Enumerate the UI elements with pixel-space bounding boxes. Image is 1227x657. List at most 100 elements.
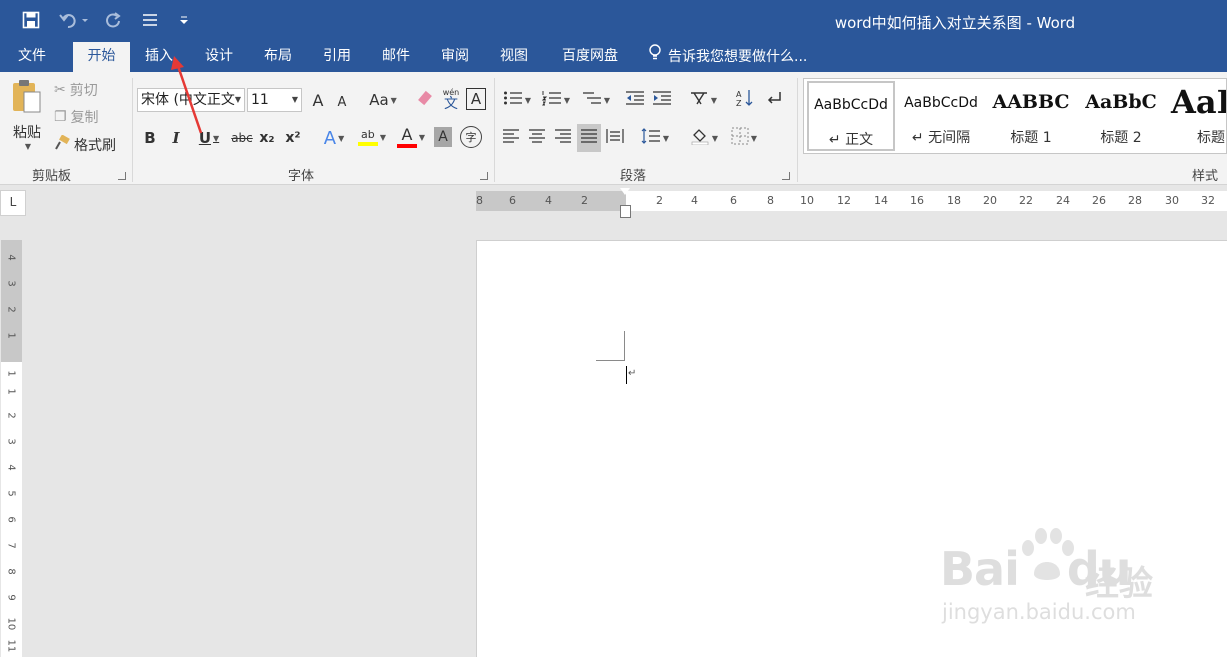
character-shading-button[interactable]: A <box>434 127 452 147</box>
align-right-button[interactable] <box>552 126 574 150</box>
cut-button[interactable]: ✂ 剪切 <box>54 80 114 100</box>
tab-design[interactable]: 设计 <box>196 42 242 72</box>
paragraph-launcher-icon[interactable] <box>782 172 790 180</box>
decrease-indent-icon <box>625 90 645 110</box>
style-no-spacing[interactable]: AaBbCcDd ↵ 无间隔 <box>897 81 985 151</box>
horizontal-ruler[interactable]: 8 6 4 2 2 4 6 8 10 12 14 16 18 20 22 24 … <box>476 191 1227 211</box>
underline-button[interactable]: U ▼ <box>192 126 226 150</box>
styles-gallery: AaBbCcDd ↵ 正文 AaBbCcDd ↵ 无间隔 AABBC 标题 1 … <box>803 78 1227 154</box>
chevron-down-icon: ▼ <box>234 95 241 104</box>
character-border-button[interactable]: A <box>466 88 486 110</box>
vertical-ruler[interactable]: 4 3 2 1 1 1 2 3 4 5 6 7 8 9 10 11 <box>1 240 22 657</box>
distributed-icon <box>606 128 624 148</box>
format-painter-button[interactable]: 格式刷 <box>54 134 126 155</box>
text-cursor <box>626 366 627 384</box>
left-indent-marker[interactable] <box>620 205 631 218</box>
style-sample: AaBbC <box>1085 91 1157 113</box>
multilevel-list-button[interactable]: ▼ <box>578 88 614 112</box>
ruler-number: 2 <box>656 194 663 207</box>
shading-button[interactable]: ▼ <box>686 126 722 150</box>
line-spacing-button[interactable]: ▼ <box>638 126 672 150</box>
distributed-button[interactable] <box>604 126 626 150</box>
style-normal[interactable]: AaBbCcDd ↵ 正文 <box>807 81 895 151</box>
paste-button[interactable]: 粘贴 ▼ <box>6 78 48 158</box>
highlight-button[interactable]: ab ▼ <box>354 124 390 150</box>
ruler-number: 10 <box>800 194 814 207</box>
tab-insert[interactable]: 插入 <box>136 42 182 72</box>
ruler-number: 26 <box>1092 194 1106 207</box>
style-name: 标题 <box>1197 130 1225 146</box>
justify-button[interactable] <box>577 124 601 152</box>
style-name: ↵ 正文 <box>828 132 874 148</box>
font-size-select[interactable]: 11 ▼ <box>247 88 302 112</box>
font-name-select[interactable]: 宋体 (中文正文 ▼ <box>137 88 245 112</box>
borders-button[interactable]: ▼ <box>726 126 762 150</box>
customize-qat-icon[interactable] <box>176 8 192 32</box>
underline-icon: U <box>198 129 212 147</box>
eraser-icon <box>416 89 434 111</box>
align-center-button[interactable] <box>526 126 548 150</box>
style-sample: AaBbCcDd <box>814 97 888 113</box>
tab-home[interactable]: 开始 <box>73 42 130 72</box>
ruler-number: 32 <box>1201 194 1215 207</box>
chevron-down-icon: ▼ <box>291 95 298 104</box>
clear-formatting-button[interactable] <box>414 88 436 112</box>
phonetic-guide-button[interactable]: wén 文 <box>440 86 462 114</box>
numbering-button[interactable]: ▼ <box>538 88 574 112</box>
font-group-label: 字体 <box>288 169 315 184</box>
watermark-url: jingyan.baidu.com <box>942 600 1136 624</box>
undo-icon[interactable] <box>56 8 90 32</box>
shrink-font-button[interactable]: A <box>332 91 352 113</box>
tab-review[interactable]: 审阅 <box>432 42 478 72</box>
style-title[interactable]: AaE 标题 <box>1167 81 1226 151</box>
tab-file[interactable]: 文件 <box>0 42 64 72</box>
text-effects-button[interactable]: A ▼ <box>318 126 350 150</box>
font-color-button[interactable]: A ▼ <box>394 124 428 150</box>
tab-layout[interactable]: 布局 <box>255 42 301 72</box>
grow-font-button[interactable]: A <box>308 88 328 112</box>
tell-me-placeholder: 告诉我您想要做什么... <box>668 49 808 65</box>
paste-icon <box>10 78 44 120</box>
chevron-down-icon: ▼ <box>338 133 345 143</box>
subscript-button[interactable]: x₂ <box>257 126 277 150</box>
bullets-button[interactable]: ▼ <box>500 88 534 112</box>
align-left-button[interactable] <box>500 126 522 150</box>
tab-selector[interactable]: L <box>0 190 26 216</box>
strikethrough-button[interactable]: abc <box>230 126 254 150</box>
chinese-layout-button[interactable]: ▼ <box>686 88 720 112</box>
tab-mailings[interactable]: 邮件 <box>373 42 419 72</box>
italic-button[interactable]: I <box>167 126 185 150</box>
tab-references[interactable]: 引用 <box>314 42 360 72</box>
font-launcher-icon[interactable] <box>480 172 488 180</box>
ruler-number: 24 <box>1056 194 1070 207</box>
redo-icon[interactable] <box>102 8 124 32</box>
italic-icon: I <box>172 129 180 147</box>
font-color-icon: A <box>396 126 417 148</box>
first-line-indent-marker[interactable] <box>620 188 630 195</box>
change-case-button[interactable]: Aa ▼ <box>366 88 400 112</box>
save-icon[interactable] <box>20 8 42 32</box>
cut-label: 剪切 <box>69 83 98 99</box>
ribbon-home: 粘贴 ▼ ✂ 剪切 ❐ 复制 格式刷 剪贴板 宋体 (中文正文 ▼ 11 ▼ A… <box>0 72 1227 185</box>
touch-mode-icon[interactable] <box>139 8 161 32</box>
clipboard-launcher-icon[interactable] <box>118 172 126 180</box>
ruler-number: 5 <box>5 490 17 497</box>
paste-label: 粘贴 <box>13 125 41 141</box>
increase-indent-button[interactable] <box>651 88 673 112</box>
group-separator <box>132 78 133 182</box>
tell-me-box[interactable]: 告诉我您想要做什么... <box>648 42 807 72</box>
font-size-value: 11 <box>251 92 269 108</box>
tab-baidu-netdisk[interactable]: 百度网盘 <box>550 42 630 72</box>
bold-button[interactable]: B <box>141 126 159 150</box>
style-heading-1[interactable]: AABBC 标题 1 <box>987 81 1075 151</box>
sort-button[interactable]: AZ <box>734 88 756 112</box>
show-hide-marks-button[interactable] <box>763 88 785 112</box>
decrease-indent-button[interactable] <box>624 88 646 112</box>
superscript-button[interactable]: x² <box>283 126 303 150</box>
ruler-number: 4 <box>691 194 698 207</box>
ruler-number: 1 <box>5 332 17 339</box>
style-heading-2[interactable]: AaBbC 标题 2 <box>1077 81 1165 151</box>
enclose-characters-button[interactable]: 字 <box>460 126 482 148</box>
copy-button[interactable]: ❐ 复制 <box>54 107 114 127</box>
tab-view[interactable]: 视图 <box>491 42 537 72</box>
